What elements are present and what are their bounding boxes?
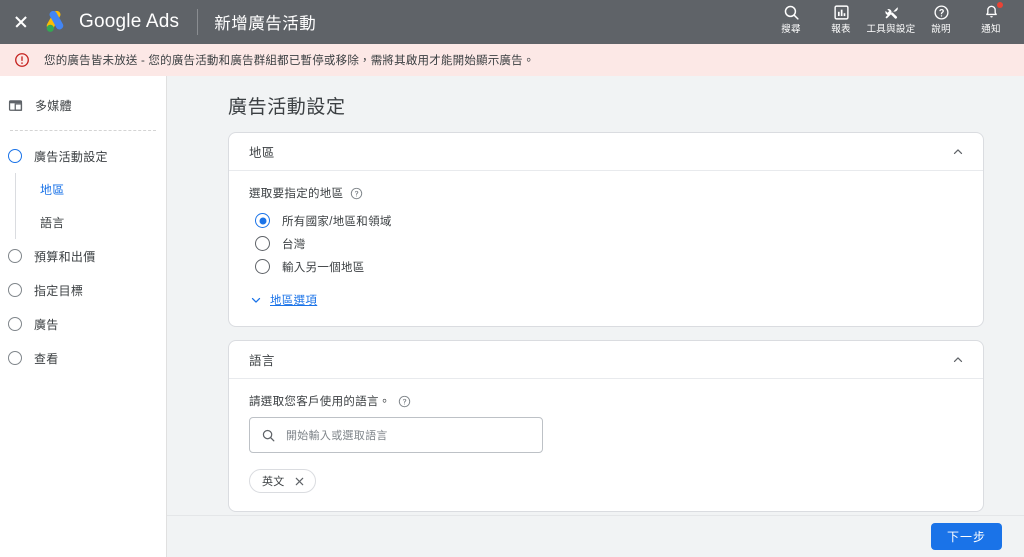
location-option-taiwan[interactable]: 台灣: [255, 232, 963, 255]
reports-bar-chart-icon: [833, 3, 850, 22]
brand-block: Google Ads: [44, 11, 179, 33]
next-button[interactable]: 下一步: [930, 523, 1002, 550]
notifications-action-label: 通知: [981, 24, 1001, 35]
languages-field-label: 請選取您客戶使用的語言。: [249, 396, 391, 408]
language-search-input[interactable]: 開始輸入或選取語言: [249, 417, 543, 453]
languages-card-body: 請選取您客戶使用的語言。 開始輸入或選取語言 英文: [229, 379, 983, 511]
locations-card-body: 選取要指定的地區 所有國家/地區和領域 台灣 輸入另一個地區 地區選項: [229, 171, 983, 326]
top-app-bar: Google Ads 新增廣告活動 搜尋 報表 工具與設定 說明 通知: [0, 0, 1024, 44]
help-question-icon: [933, 3, 950, 22]
search-icon: [783, 3, 800, 22]
sidebar-subnav: 地區 語言: [15, 173, 166, 239]
page-title: 廣告活動設定: [228, 97, 346, 118]
help-action[interactable]: 說明: [916, 0, 966, 35]
search-action[interactable]: 搜尋: [766, 0, 816, 35]
step-circle-icon: [8, 317, 22, 331]
languages-card-header: 語言: [229, 341, 983, 379]
search-icon: [262, 429, 275, 441]
close-icon: [295, 477, 303, 485]
chevron-up-icon: [953, 356, 963, 362]
languages-collapse-button[interactable]: [947, 349, 969, 371]
location-option-enter-another[interactable]: 輸入另一個地區: [255, 255, 963, 278]
step-circle-icon: [8, 149, 22, 163]
topbar-actions: 搜尋 報表 工具與設定 說明 通知: [766, 0, 1024, 44]
step-circle-icon: [8, 283, 22, 297]
sidebar-item-campaign-settings[interactable]: 廣告活動設定: [0, 139, 166, 173]
languages-field-label-row: 請選取您客戶使用的語言。: [249, 393, 963, 409]
sidebar-item-ads[interactable]: 廣告: [0, 307, 166, 341]
language-chip-english[interactable]: 英文: [249, 469, 316, 493]
locations-collapse-button[interactable]: [947, 141, 969, 163]
page-subtitle: 新增廣告活動: [214, 15, 317, 33]
sidebar-item-ads-label: 廣告: [34, 317, 59, 332]
step-circle-icon: [8, 249, 22, 263]
google-ads-new-campaign-page: Google Ads 新增廣告活動 搜尋 報表 工具與設定 說明 通知 您的廣告…: [0, 0, 1024, 557]
chevron-down-icon: [251, 297, 261, 303]
location-option-taiwan-label: 台灣: [282, 238, 306, 251]
sidebar-subitem-locations-label: 地區: [40, 183, 65, 197]
locations-card-header: 地區: [229, 133, 983, 171]
step-circle-icon: [8, 351, 22, 365]
help-circle-icon[interactable]: [350, 187, 363, 200]
sidebar-item-campaign-settings-label: 廣告活動設定: [34, 149, 108, 164]
reports-action[interactable]: 報表: [816, 0, 866, 35]
radio-icon: [255, 236, 270, 251]
sidebar-item-budget-bidding-label: 預算和出價: [34, 249, 96, 264]
help-circle-icon[interactable]: [398, 395, 411, 408]
location-option-all-countries-label: 所有國家/地區和領域: [282, 215, 392, 228]
sidebar-divider: [10, 130, 156, 131]
sidebar-item-review-label: 查看: [34, 351, 59, 366]
main-content: 廣告活動設定 地區 選取要指定的地區 所有國家/地區和領域 台灣 輸入另一個地區…: [167, 76, 1024, 557]
sidebar-item-budget-bidding[interactable]: 預算和出價: [0, 239, 166, 273]
radio-icon: [255, 213, 270, 228]
locations-card-title: 地區: [249, 146, 275, 160]
location-options-expander-label: 地區選項: [270, 295, 318, 307]
sidebar-item-targeting-label: 指定目標: [34, 283, 84, 298]
chevron-up-icon: [953, 148, 963, 154]
help-action-label: 說明: [931, 24, 951, 35]
locations-card: 地區 選取要指定的地區 所有國家/地區和領域 台灣 輸入另一個地區 地區選項: [228, 132, 984, 327]
sidebar-item-media-label: 多媒體: [35, 98, 72, 113]
radio-icon: [255, 259, 270, 274]
topbar-divider: [197, 9, 199, 35]
tools-settings-action[interactable]: 工具與設定: [866, 0, 916, 35]
languages-card: 語言 請選取您客戶使用的語言。 開始輸入或選取語言 英文: [228, 340, 984, 512]
locations-field-label: 選取要指定的地區: [249, 188, 344, 200]
error-exclamation-icon: [15, 53, 29, 67]
sidebar-item-media[interactable]: 多媒體: [0, 90, 166, 120]
notifications-action[interactable]: 通知: [966, 0, 1016, 35]
alert-message: 您的廣告皆未放送 - 您的廣告活動和廣告群組都已暫停或移除，需將其啟用才能開始顯…: [44, 55, 535, 67]
search-action-label: 搜尋: [781, 24, 801, 35]
sidebar-item-targeting[interactable]: 指定目標: [0, 273, 166, 307]
alert-banner: 您的廣告皆未放送 - 您的廣告活動和廣告群組都已暫停或移除，需將其啟用才能開始顯…: [0, 44, 1024, 76]
language-chip-english-label: 英文: [262, 476, 285, 488]
tools-settings-action-label: 工具與設定: [866, 24, 916, 35]
language-chip-remove-button[interactable]: [293, 475, 306, 488]
location-option-enter-another-label: 輸入另一個地區: [282, 261, 365, 274]
sidebar-item-review[interactable]: 查看: [0, 341, 166, 375]
footer-bar: 下一步: [167, 515, 1024, 557]
location-option-all-countries[interactable]: 所有國家/地區和領域: [255, 209, 963, 232]
sidebar-subitem-locations[interactable]: 地區: [16, 173, 166, 206]
display-media-icon: [8, 99, 23, 111]
google-ads-logo-icon: [46, 11, 64, 32]
reports-action-label: 報表: [831, 24, 851, 35]
close-icon: [14, 15, 28, 29]
sidebar-subitem-languages-label: 語言: [40, 216, 65, 230]
locations-field-label-row: 選取要指定的地區: [249, 185, 963, 201]
left-sidebar: 多媒體 廣告活動設定 地區 語言 預算和出價 指定目標 廣告 查看: [0, 76, 167, 557]
notification-badge: [997, 2, 1003, 8]
sidebar-subitem-languages[interactable]: 語言: [16, 206, 166, 239]
location-options-expander[interactable]: 地區選項: [249, 292, 317, 308]
tools-wrench-icon: [883, 3, 900, 22]
language-search-placeholder: 開始輸入或選取語言: [286, 430, 388, 442]
languages-card-title: 語言: [249, 354, 275, 368]
selected-languages-chips: 英文: [249, 469, 963, 493]
close-button[interactable]: [0, 0, 42, 44]
brand-name: Google Ads: [79, 11, 180, 32]
